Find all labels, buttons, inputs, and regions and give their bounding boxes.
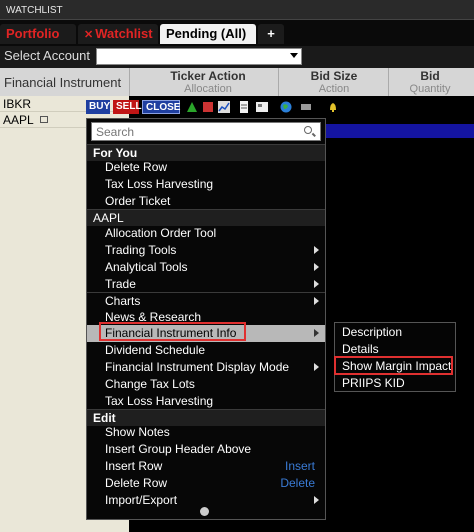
select-account-label: Select Account: [4, 48, 90, 63]
alert-icon[interactable]: [186, 101, 198, 113]
account-bar: Select Account: [0, 46, 474, 68]
highlight-box: [99, 322, 246, 341]
news-icon[interactable]: [256, 101, 268, 113]
sell-button[interactable]: SELL: [113, 100, 142, 114]
menu-item-label: Analytical Tools: [105, 260, 188, 274]
section-header-aapl: AAPL: [87, 209, 325, 226]
menu-item-delete-row-2[interactable]: Delete Row Delete: [87, 475, 325, 492]
menu-item-order-ticket[interactable]: Order Ticket: [87, 193, 325, 210]
shortcut-label: Insert: [284, 459, 315, 473]
context-menu: Search For You Delete Row Tax Loss Harve…: [86, 118, 326, 520]
account-dropdown[interactable]: [96, 48, 302, 65]
note-icon[interactable]: [40, 116, 48, 123]
buy-button[interactable]: BUY: [86, 100, 110, 114]
shortcut-label: Delete: [280, 476, 315, 490]
header-bid[interactable]: Bid: [390, 69, 470, 83]
tab-portfolio[interactable]: Portfolio: [0, 24, 76, 44]
menu-item-label: Import/Export: [105, 493, 178, 507]
menu-item-label: Charts: [105, 294, 141, 308]
header-quantity: Quantity: [409, 83, 451, 95]
menu-item-tax-loss-harvesting[interactable]: Tax Loss Harvesting: [87, 176, 325, 193]
menu-item-allocation-order-tool[interactable]: Allocation Order Tool: [87, 225, 325, 242]
chevron-down-icon: [290, 53, 298, 58]
menu-item-label: Trading Tools: [105, 243, 177, 257]
menu-item-insert-group-header[interactable]: Insert Group Header Above: [87, 441, 325, 458]
menu-item-label: Delete Row: [105, 476, 168, 490]
close-tab-icon[interactable]: ✕: [84, 29, 93, 41]
chevron-right-icon: [314, 280, 319, 288]
header-ticker-action[interactable]: Ticker Action: [150, 69, 266, 83]
tab-watchlist[interactable]: ✕ Watchlist: [78, 24, 158, 44]
globe-icon[interactable]: [280, 101, 292, 113]
tab-pending[interactable]: Pending (All): [160, 24, 256, 44]
ticker-bar: [324, 124, 474, 138]
chevron-right-icon: [314, 246, 319, 254]
scanner-icon[interactable]: [300, 101, 312, 113]
chevron-right-icon: [314, 329, 319, 337]
chevron-right-icon: [314, 263, 319, 271]
header-bid-size[interactable]: Bid Size: [282, 69, 386, 83]
chevron-right-icon: [314, 496, 319, 504]
menu-item-display-mode[interactable]: Financial Instrument Display Mode: [87, 359, 325, 376]
column-divider[interactable]: [129, 68, 130, 96]
search-icon[interactable]: [304, 126, 312, 134]
submenu-item-description[interactable]: Description: [335, 324, 455, 341]
add-tab-button[interactable]: +: [258, 24, 284, 44]
tab-bar: Portfolio ✕ Watchlist Pending (All) +: [0, 20, 474, 46]
scroll-more-icon[interactable]: [200, 507, 209, 516]
highlight-box: [334, 356, 453, 375]
tab-watchlist-label: Watchlist: [95, 26, 153, 41]
header-financial-instrument[interactable]: Financial Instrument: [4, 75, 121, 90]
search-placeholder: Search: [96, 125, 135, 139]
close-button[interactable]: CLOSE: [142, 100, 180, 114]
menu-item-dividend-schedule[interactable]: Dividend Schedule: [87, 342, 325, 359]
menu-item-charts[interactable]: Charts: [87, 292, 325, 309]
menu-item-trade[interactable]: Trade: [87, 276, 325, 293]
menu-item-insert-row[interactable]: Insert Row Insert: [87, 458, 325, 475]
search-input[interactable]: Search: [91, 122, 321, 141]
window-title: WATCHLIST: [0, 0, 474, 20]
column-header: Financial Instrument Ticker Action Alloc…: [0, 68, 474, 96]
header-allocation: Allocation: [184, 83, 232, 95]
menu-item-trading-tools[interactable]: Trading Tools: [87, 242, 325, 259]
column-divider[interactable]: [278, 68, 279, 96]
menu-item-label: Insert Row: [105, 459, 163, 473]
column-divider[interactable]: [388, 68, 389, 96]
chart-icon[interactable]: [218, 101, 230, 113]
row-symbol: AAPL: [3, 113, 34, 127]
menu-item-analytical-tools[interactable]: Analytical Tools: [87, 259, 325, 276]
menu-item-delete-row[interactable]: Delete Row: [87, 159, 325, 176]
row-symbol: IBKR: [3, 97, 32, 111]
menu-item-change-tax-lots[interactable]: Change Tax Lots: [87, 376, 325, 393]
menu-item-tax-loss-harvesting-2[interactable]: Tax Loss Harvesting: [87, 393, 325, 410]
chevron-right-icon: [314, 297, 319, 305]
menu-item-label: Trade: [105, 277, 136, 291]
menu-item-label: Financial Instrument Display Mode: [105, 360, 290, 374]
tws-icon[interactable]: [202, 101, 214, 113]
menu-item-show-notes[interactable]: Show Notes: [87, 424, 325, 441]
chevron-right-icon: [314, 363, 319, 371]
document-icon[interactable]: [238, 101, 250, 113]
bell-icon[interactable]: [327, 101, 339, 113]
submenu-item-priips-kid[interactable]: PRIIPS KID: [335, 375, 455, 392]
header-action: Action: [318, 83, 350, 95]
